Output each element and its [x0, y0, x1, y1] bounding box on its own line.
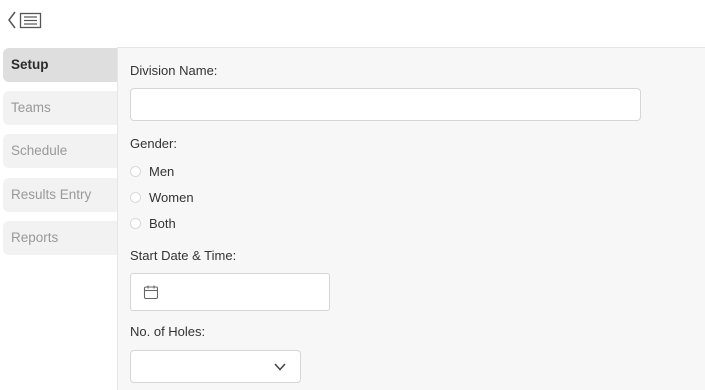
no-of-holes-select[interactable]: [130, 350, 301, 383]
gender-option-women[interactable]: Women: [130, 188, 194, 206]
no-of-holes-label: No. of Holes:: [130, 324, 206, 339]
sidebar-item-schedule[interactable]: Schedule: [3, 134, 117, 168]
chevron-down-icon: [274, 363, 286, 371]
radio-label: Both: [149, 215, 176, 231]
sidebar-item-reports[interactable]: Reports: [3, 221, 117, 255]
radio-button[interactable]: [130, 217, 141, 229]
gender-option-men[interactable]: Men: [130, 162, 174, 180]
division-name-input[interactable]: [130, 88, 641, 121]
start-date-time-picker[interactable]: [130, 273, 330, 311]
start-date-time-label: Start Date & Time:: [130, 248, 237, 263]
radio-button[interactable]: [130, 165, 141, 177]
top-bar: [0, 0, 705, 47]
calendar-icon: [143, 285, 159, 300]
sidebar-item-results-entry[interactable]: Results Entry: [3, 178, 117, 212]
radio-label: Women: [149, 189, 194, 205]
gender-label: Gender:: [130, 136, 177, 151]
sidebar-item-setup[interactable]: Setup: [3, 48, 117, 82]
division-name-label: Division Name:: [130, 63, 218, 78]
gender-option-both[interactable]: Both: [130, 214, 176, 232]
sidebar: Setup Teams Schedule Results Entry Repor…: [0, 47, 117, 390]
collapse-menu-button[interactable]: [7, 10, 45, 32]
setup-form: Division Name: Gender: Men Women Both St…: [117, 47, 705, 390]
sidebar-item-teams[interactable]: Teams: [3, 91, 117, 125]
collapse-menu-icon: [8, 11, 42, 29]
radio-button[interactable]: [130, 191, 141, 203]
radio-label: Men: [149, 163, 175, 179]
